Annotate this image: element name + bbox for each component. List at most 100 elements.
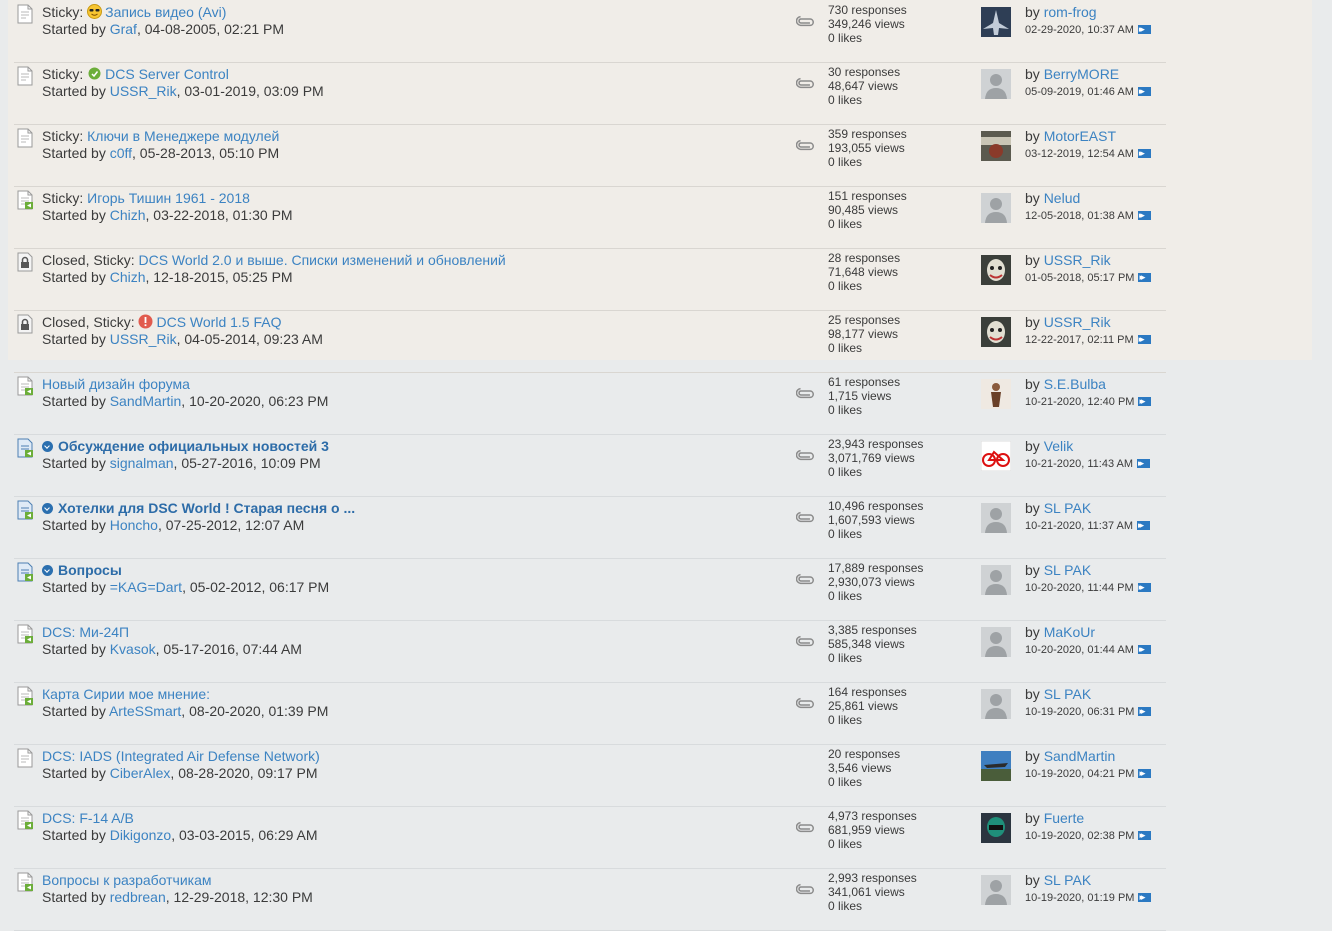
topic-author-link[interactable]: Kvasok <box>110 641 156 657</box>
go-to-last-post-icon[interactable] <box>1137 208 1151 222</box>
go-to-last-post-icon[interactable] <box>1138 270 1152 284</box>
last-post-user-link[interactable]: BerryMORE <box>1044 66 1119 82</box>
topic-title-link[interactable]: Карта Сирии мое мнение: <box>42 686 210 702</box>
avatar[interactable] <box>981 751 1011 781</box>
topic-row[interactable]: Sticky: Запись видео (Avi) Started by Gr… <box>14 0 1166 63</box>
last-post-user-link[interactable]: USSR_Rik <box>1044 252 1111 268</box>
avatar[interactable] <box>981 69 1011 99</box>
avatar[interactable] <box>981 7 1011 37</box>
go-to-last-post-icon[interactable] <box>1137 84 1151 98</box>
topic-row[interactable]: Хотелки для DSC World ! Старая песня о .… <box>14 496 1166 559</box>
topic-row[interactable]: DCS: IADS (Integrated Air Defense Networ… <box>14 744 1166 807</box>
topic-row[interactable]: Sticky: Игорь Тишин 1961 - 2018 Started … <box>14 186 1166 249</box>
last-post-user-link[interactable]: S.E.Bulba <box>1044 376 1106 392</box>
topic-author-link[interactable]: USSR_Rik <box>110 83 177 99</box>
avatar[interactable] <box>981 627 1011 657</box>
topic-author-link[interactable]: Dikigonzo <box>110 827 171 843</box>
last-post-user-link[interactable]: rom-frog <box>1044 4 1097 20</box>
topic-started-date: 03-03-2015, 06:29 AM <box>178 827 318 843</box>
topic-author-link[interactable]: Chizh <box>110 207 146 223</box>
topic-title-link[interactable]: DCS: IADS (Integrated Air Defense Networ… <box>42 748 320 764</box>
unread-arrow-icon[interactable] <box>42 441 53 452</box>
last-post-user-link[interactable]: Velik <box>1044 438 1074 454</box>
avatar[interactable] <box>981 255 1011 285</box>
go-to-last-post-icon[interactable] <box>1138 828 1152 842</box>
likes-count: 0 likes <box>828 217 863 231</box>
topic-title-link[interactable]: DCS: Ми-24П <box>42 624 129 640</box>
last-post-user-link[interactable]: MotorEAST <box>1044 128 1116 144</box>
last-post-user-link[interactable]: Nelud <box>1044 190 1081 206</box>
go-to-last-post-icon[interactable] <box>1138 766 1152 780</box>
avatar[interactable] <box>981 503 1011 533</box>
go-to-last-post-icon[interactable] <box>1137 518 1151 532</box>
avatar[interactable] <box>981 689 1011 719</box>
last-post-user-link[interactable]: SandMartin <box>1044 748 1116 764</box>
go-to-last-post-icon[interactable] <box>1137 332 1151 346</box>
last-post-user-link[interactable]: SL PAK <box>1044 500 1091 516</box>
go-to-last-post-icon[interactable] <box>1137 580 1151 594</box>
topic-author-link[interactable]: c0ff <box>110 145 132 161</box>
topic-row[interactable]: Closed, Sticky: DCS World 1.5 FAQ Starte… <box>14 310 1166 373</box>
last-post-user-link[interactable]: SL PAK <box>1044 562 1091 578</box>
topic-title-link[interactable]: Новый дизайн форума <box>42 376 190 392</box>
unread-arrow-icon[interactable] <box>42 503 53 514</box>
last-post-user-link[interactable]: SL PAK <box>1044 872 1091 888</box>
go-to-last-post-icon[interactable] <box>1137 22 1151 36</box>
topic-title-link[interactable]: Вопросы к разработчикам <box>42 872 212 888</box>
topic-row[interactable]: Sticky: Ключи в Менеджере модулей Starte… <box>14 124 1166 187</box>
avatar[interactable] <box>981 875 1011 905</box>
topic-row[interactable]: Closed, Sticky: DCS World 2.0 и выше. Сп… <box>14 248 1166 311</box>
topic-title-link[interactable]: Запись видео (Avi) <box>105 4 226 20</box>
topic-row[interactable]: DCS: Ми-24П Started by Kvasok, 05-17-201… <box>14 620 1166 683</box>
go-to-last-post-icon[interactable] <box>1137 642 1151 656</box>
topic-author-link[interactable]: ArteSSmart <box>109 703 181 719</box>
go-to-last-post-icon[interactable] <box>1138 394 1152 408</box>
avatar[interactable] <box>981 131 1011 161</box>
avatar[interactable] <box>981 813 1011 843</box>
paperclip-icon <box>795 14 814 32</box>
topic-title-link[interactable]: Вопросы <box>58 562 122 578</box>
topic-author-link[interactable]: signalman <box>110 455 174 471</box>
topic-title-link[interactable]: Игорь Тишин 1961 - 2018 <box>87 190 250 206</box>
topic-title-link[interactable]: DCS World 1.5 FAQ <box>156 314 281 330</box>
go-to-last-post-icon[interactable] <box>1137 146 1151 160</box>
topic-row[interactable]: Вопросы к разработчикам Started by redbr… <box>14 868 1166 931</box>
go-to-last-post-icon[interactable] <box>1138 704 1152 718</box>
topic-title-link[interactable]: Обсуждение официальных новостей 3 <box>58 438 329 454</box>
topic-title-link[interactable]: DCS World 2.0 и выше. Списки изменений и… <box>138 252 505 268</box>
topic-author-link[interactable]: CiberAlex <box>110 765 171 781</box>
topic-title-link[interactable]: DCS Server Control <box>105 66 229 82</box>
topic-row[interactable]: Sticky: DCS Server Control Started by US… <box>14 62 1166 125</box>
topic-status-icon <box>16 624 34 644</box>
last-post-user-link[interactable]: SL PAK <box>1044 686 1091 702</box>
topic-row[interactable]: Вопросы Started by =KAG=Dart, 05-02-2012… <box>14 558 1166 621</box>
go-to-last-post-icon[interactable] <box>1137 456 1151 470</box>
topic-author-link[interactable]: USSR_Rik <box>110 331 177 347</box>
topic-author-link[interactable]: =KAG=Dart <box>110 579 182 595</box>
avatar[interactable] <box>980 440 1012 472</box>
comma-separator: , <box>136 21 145 37</box>
topic-author-link[interactable]: redbrean <box>110 889 166 905</box>
avatar[interactable] <box>981 379 1011 409</box>
topic-row[interactable]: Обсуждение официальных новостей 3 Starte… <box>14 434 1166 497</box>
last-post-user-link[interactable]: USSR_Rik <box>1044 314 1111 330</box>
avatar[interactable] <box>981 565 1011 595</box>
last-post-user-link[interactable]: Fuerte <box>1044 810 1084 826</box>
topic-author-link[interactable]: Honcho <box>110 517 158 533</box>
topic-title-link[interactable]: Ключи в Менеджере модулей <box>87 128 279 144</box>
topic-row[interactable]: Новый дизайн форума Started by SandMarti… <box>14 372 1166 435</box>
unread-arrow-icon[interactable] <box>42 565 53 576</box>
topic-title-link[interactable]: DCS: F-14 A/B <box>42 810 134 826</box>
topic-row[interactable]: DCS: F-14 A/B Started by Dikigonzo, 03-0… <box>14 806 1166 869</box>
topic-author-link[interactable]: Graf <box>110 21 137 37</box>
avatar[interactable] <box>981 193 1011 223</box>
paperclip-icon <box>795 572 814 590</box>
topic-started-date: 12-29-2018, 12:30 PM <box>173 889 313 905</box>
go-to-last-post-icon[interactable] <box>1138 890 1152 904</box>
topic-title-link[interactable]: Хотелки для DSC World ! Старая песня о .… <box>58 500 355 516</box>
topic-author-link[interactable]: Chizh <box>110 269 146 285</box>
avatar[interactable] <box>981 317 1011 347</box>
topic-row[interactable]: Карта Сирии мое мнение: Started by ArteS… <box>14 682 1166 745</box>
topic-author-link[interactable]: SandMartin <box>110 393 182 409</box>
last-post-user-link[interactable]: MaKoUr <box>1044 624 1095 640</box>
